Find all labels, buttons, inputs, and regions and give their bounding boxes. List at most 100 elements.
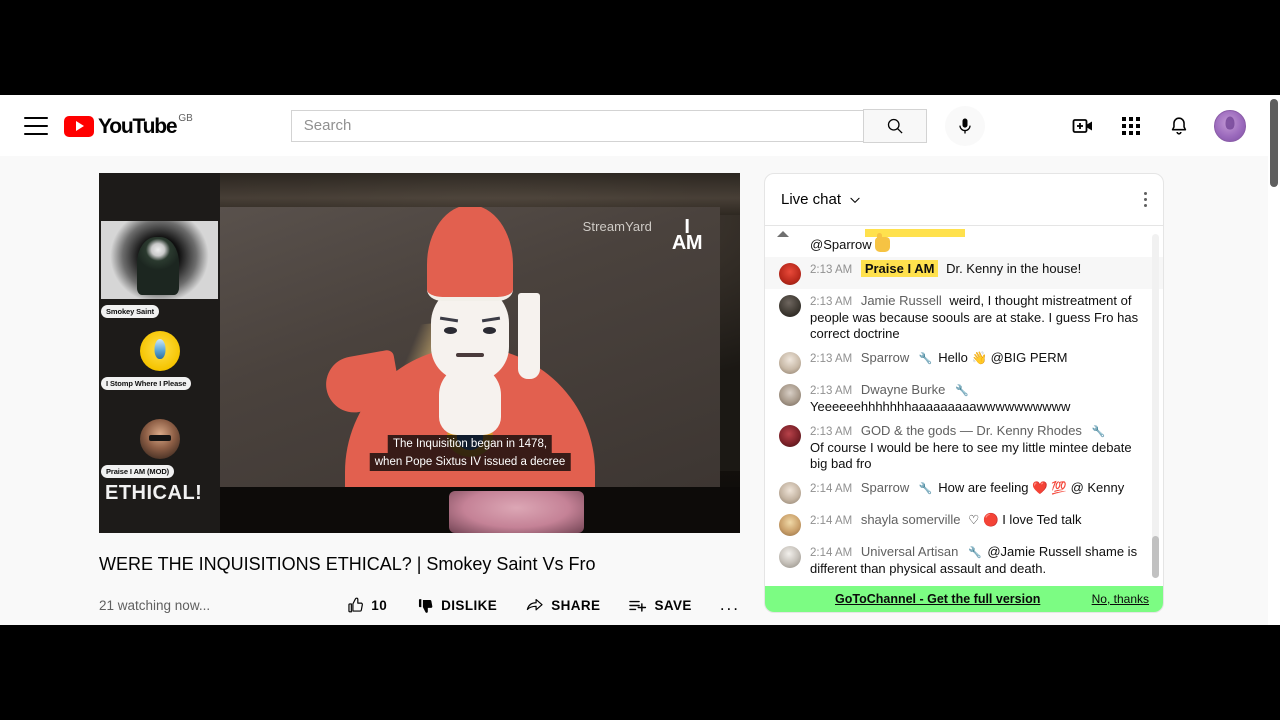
author-avatar bbox=[779, 425, 801, 447]
page-scrollbar[interactable] bbox=[1268, 95, 1280, 625]
chat-timestamp: 2:14 AM bbox=[810, 483, 853, 495]
search-input[interactable] bbox=[303, 117, 863, 134]
promo-banner: GoToChannel - Get the full version No, t… bbox=[765, 586, 1163, 612]
iam-overlay-logo: I AM bbox=[672, 217, 703, 254]
share-button[interactable]: SHARE bbox=[511, 596, 614, 615]
chat-timestamp: 2:13 AM bbox=[810, 296, 853, 308]
chat-timestamp: 2:14 AM bbox=[810, 515, 853, 527]
notifications-bell-icon[interactable] bbox=[1166, 113, 1192, 139]
chat-message-mention: @BIG PERM bbox=[990, 350, 1068, 365]
chat-author[interactable]: Praise I AM bbox=[860, 260, 939, 277]
create-video-icon[interactable] bbox=[1070, 113, 1096, 139]
chat-message-text: @Sparrow bbox=[810, 237, 872, 252]
watching-count: 21 watching now... bbox=[99, 597, 211, 613]
share-arrow-icon bbox=[526, 598, 543, 610]
chat-message[interactable]: 2:13 AM Dwayne Burke 🔧 Yeeeeeehhhhhhhaaa… bbox=[765, 378, 1163, 419]
video-actions: 10 DISLIKE SHARE SAVE ... bbox=[331, 595, 740, 615]
chat-author[interactable]: GOD & the gods — Dr. Kenny Rhodes bbox=[861, 423, 1082, 438]
dislike-label: DISLIKE bbox=[441, 597, 498, 613]
youtube-logo[interactable]: YouTube GB bbox=[64, 113, 193, 139]
live-chat-title-dropdown[interactable]: Live chat bbox=[781, 191, 862, 208]
live-chat-menu-button[interactable] bbox=[1143, 189, 1147, 210]
youtube-logo-country: GB bbox=[178, 112, 193, 124]
chat-message-body: 2:14 AM Universal Artisan 🔧 @Jamie Russe… bbox=[810, 544, 1147, 577]
chat-author[interactable]: Sparrow bbox=[861, 350, 909, 365]
page-scrollbar-thumb[interactable] bbox=[1270, 99, 1278, 187]
chat-message-text: How are feeling bbox=[938, 480, 1029, 495]
chat-message-body: 2:13 AM Sparrow 🔧 Hello 👋 @BIG PERM bbox=[810, 350, 1067, 367]
participant-thumbnail bbox=[139, 331, 180, 371]
promo-title-link[interactable]: GoToChannel - Get the full version bbox=[835, 592, 1040, 606]
youtube-page: YouTube GB Search Smokey Saint I Stomp W… bbox=[0, 95, 1280, 625]
chat-message-body: 2:13 AM Dwayne Burke 🔧 Yeeeeeehhhhhhhaaa… bbox=[810, 382, 1070, 415]
chat-message-text: weird, I thought mistreatment of people … bbox=[810, 293, 1139, 341]
chat-author[interactable]: Universal Artisan bbox=[861, 544, 959, 559]
chat-scrollbar-thumb[interactable] bbox=[1152, 536, 1159, 578]
collapse-caret-icon bbox=[777, 231, 789, 237]
account-avatar[interactable] bbox=[1214, 109, 1246, 142]
more-actions-button[interactable]: ... bbox=[706, 595, 740, 615]
chat-message-text: Dr. Kenny in the house! bbox=[946, 261, 1082, 276]
share-label: SHARE bbox=[551, 597, 601, 613]
chat-author[interactable]: shayla somerville bbox=[861, 512, 961, 527]
youtube-logo-text: YouTube bbox=[98, 114, 178, 138]
live-chat-messages[interactable]: @Sparrow 2:13 AM Praise I AM Dr. Kenny i… bbox=[765, 227, 1163, 612]
chat-message[interactable]: 2:14 AM Sparrow 🔧 How are feeling ❤️ 💯 @… bbox=[765, 476, 1163, 508]
primary-column: Smokey Saint I Stomp Where I Please Prai… bbox=[99, 173, 740, 615]
video-meta-row: 21 watching now... 10 DISLIKE SHARE SAVE… bbox=[99, 595, 740, 615]
participant-tile[interactable]: Smokey Saint bbox=[101, 221, 218, 319]
promo-dismiss-link[interactable]: No, thanks bbox=[1092, 592, 1149, 606]
live-chat-header: Live chat bbox=[765, 174, 1163, 226]
chat-message-body: 2:14 AM Sparrow 🔧 How are feeling ❤️ 💯 @… bbox=[810, 480, 1124, 497]
heart-emoji-icon: ❤️ bbox=[1032, 481, 1048, 495]
search-button[interactable] bbox=[862, 108, 927, 143]
stage-headline-text: ETHICAL! bbox=[105, 482, 203, 504]
author-avatar bbox=[779, 546, 801, 568]
chat-author[interactable]: Jamie Russell bbox=[861, 293, 942, 308]
chat-timestamp: 2:13 AM bbox=[810, 385, 853, 397]
chat-message-body: @Sparrow bbox=[810, 233, 891, 253]
chat-message[interactable]: 2:14 AM Universal Artisan 🔧 @Jamie Russe… bbox=[765, 540, 1163, 581]
participant-tile[interactable]: Praise I AM (MOD) bbox=[101, 419, 218, 479]
page-content: Smokey Saint I Stomp Where I Please Prai… bbox=[0, 156, 1268, 625]
chat-message[interactable]: 2:13 AM Praise I AM Dr. Kenny in the hou… bbox=[765, 257, 1163, 289]
chat-author[interactable]: Sparrow bbox=[861, 480, 909, 495]
chat-timestamp: 2:13 AM bbox=[810, 353, 853, 365]
voice-search-button[interactable] bbox=[944, 105, 985, 146]
save-button[interactable]: SAVE bbox=[614, 596, 705, 615]
moderator-badge-icon: 🔧 bbox=[1091, 426, 1106, 438]
chat-message[interactable]: 2:13 AM Sparrow 🔧 Hello 👋 @BIG PERM bbox=[765, 346, 1163, 378]
hand-emoji-icon bbox=[875, 233, 891, 252]
caption-line: The Inquisition began in 1478, bbox=[387, 435, 553, 453]
thumbs-down-icon bbox=[419, 598, 433, 613]
chat-message[interactable]: 2:14 AM shayla somerville ♡ 🔴 I love Ted… bbox=[765, 508, 1163, 540]
chat-message-text: Yeeeeeehhhhhhhaaaaaaaaawwwwwwwwww bbox=[810, 399, 1071, 414]
chat-message[interactable]: 2:13 AM Jamie Russell weird, I thought m… bbox=[765, 289, 1163, 346]
author-avatar bbox=[779, 352, 801, 374]
participant-tile[interactable]: I Stomp Where I Please bbox=[101, 331, 218, 391]
like-button[interactable]: 10 bbox=[331, 596, 401, 615]
hamburger-menu-icon[interactable] bbox=[24, 116, 48, 135]
participant-name: I Stomp Where I Please bbox=[101, 377, 192, 390]
chat-message-body: 2:13 AM GOD & the gods — Dr. Kenny Rhode… bbox=[810, 423, 1147, 472]
author-avatar bbox=[779, 384, 801, 406]
author-avatar bbox=[779, 482, 801, 504]
participant-thumbnail bbox=[139, 419, 180, 459]
video-player[interactable]: Smokey Saint I Stomp Where I Please Prai… bbox=[99, 173, 740, 533]
chat-message-body: 2:14 AM shayla somerville ♡ 🔴 I love Ted… bbox=[810, 512, 1081, 529]
like-count: 10 bbox=[371, 597, 388, 613]
wave-emoji-icon: 👋 bbox=[971, 351, 988, 365]
chat-author[interactable]: Dwayne Burke bbox=[861, 382, 946, 397]
search-area bbox=[290, 105, 985, 146]
chat-timestamp: 2:14 AM bbox=[810, 547, 853, 559]
live-chat-panel: Live chat @Sparrow 2:13 AM Praise I AM D… bbox=[764, 173, 1164, 613]
chat-message[interactable]: 2:13 AM GOD & the gods — Dr. Kenny Rhode… bbox=[765, 419, 1163, 476]
moderator-badge-icon: 🔧 bbox=[918, 483, 933, 495]
author-avatar bbox=[779, 514, 801, 536]
apps-grid-icon[interactable] bbox=[1118, 113, 1144, 139]
search-icon bbox=[887, 118, 903, 134]
chat-message[interactable]: @Sparrow bbox=[765, 229, 1163, 257]
chat-scrollbar[interactable] bbox=[1152, 234, 1159, 578]
dislike-button[interactable]: DISLIKE bbox=[401, 596, 511, 615]
search-box[interactable] bbox=[290, 109, 863, 142]
